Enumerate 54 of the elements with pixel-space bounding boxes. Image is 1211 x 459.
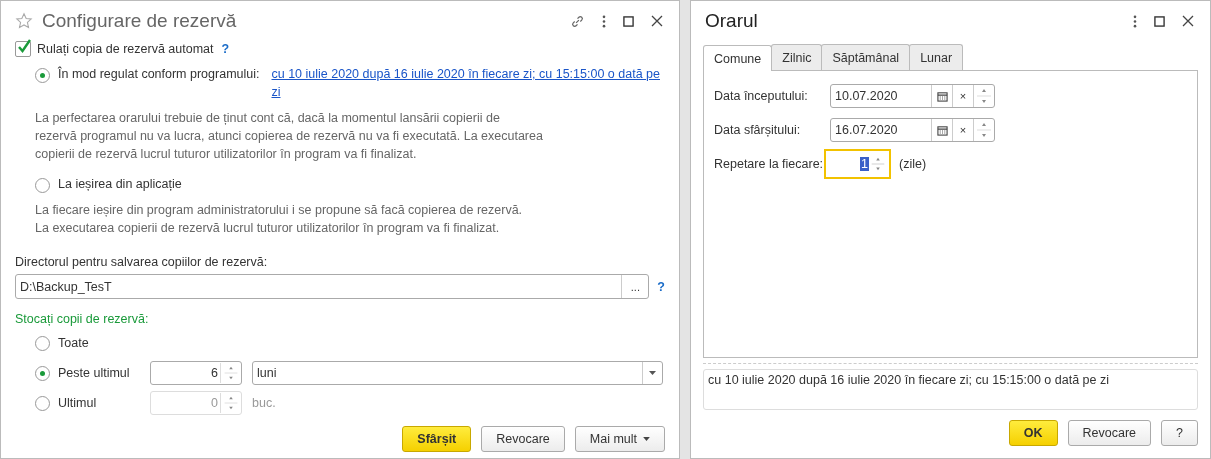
number-field[interactable]: 1 (824, 149, 891, 179)
radio-label: În mod regulat conform programului: (58, 67, 260, 81)
unit-label: buc. (252, 396, 276, 410)
date-field[interactable]: 16.07.2020 × (830, 118, 995, 142)
field-label: Directorul pentru salvarea copiilor de rezervă: (15, 255, 269, 269)
more-icon[interactable] (1133, 14, 1137, 28)
radio-label: Toate (58, 336, 90, 350)
spin-icon[interactable] (973, 85, 994, 107)
field-label: Data începutului: (714, 89, 809, 103)
close-icon[interactable] (1182, 15, 1194, 27)
dialog-button[interactable]: Sfârșit (402, 426, 472, 452)
star-icon[interactable] (15, 12, 33, 30)
link-icon[interactable] (570, 13, 585, 29)
section-label: Stocați copii de rezervă: (15, 312, 150, 326)
tab[interactable]: Săptămânal (821, 44, 911, 70)
schedule-link[interactable]: cu 10 iulie 2020 după 16 iulie 2020 în fiecare zi; cu 15:15:00 o dată pe zi (271, 65, 662, 101)
unit-label: (zile) (899, 157, 927, 171)
directory-field[interactable]: D:\Backup_TesT ... (15, 274, 650, 299)
calendar-icon[interactable] (936, 124, 948, 136)
clear-button[interactable]: × (952, 85, 973, 107)
dialog-button[interactable]: Mai mult (574, 426, 665, 452)
clear-button[interactable]: × (952, 119, 973, 141)
browse-button[interactable]: ... (621, 275, 649, 298)
radio-label: Ultimul (58, 396, 98, 410)
dialog-button[interactable]: OK (1008, 420, 1058, 446)
dialog-button[interactable]: Revocare (1067, 420, 1152, 446)
field-label: Repetare la fiecare: (714, 157, 825, 171)
dialog-button[interactable]: ? (1161, 420, 1198, 446)
tab[interactable]: Comune (703, 45, 773, 71)
field-label: Data sfârșitului: (714, 123, 802, 137)
date-field[interactable]: 10.07.2020 × (830, 84, 995, 108)
help-link[interactable]: ? (657, 279, 665, 294)
window-title: Configurare de rezervă (42, 10, 237, 32)
more-icon[interactable] (602, 14, 606, 28)
note-text: La perfectarea orarului trebuie de ținut cont că, dacă la momentul lansării copierii de rezervă programul nu va lucra, atunci copierea de rezervă nu va fi executată. La executarea copierii de rezervă lucrul tuturor utilizatorilor în program va fi finalizat. (35, 110, 544, 163)
maximize-icon[interactable] (623, 15, 634, 27)
note-text: La fiecare ieșire din program administratorului i se propune să facă copierea de rezervă. La executarea copierii de rezervă lucrul tuturor utilizatorilor în program va fi finalizat. (35, 202, 524, 237)
unit-dropdown[interactable]: luni (252, 361, 663, 385)
close-icon[interactable] (651, 15, 663, 27)
radio-label: La ieșirea din aplicație (58, 177, 182, 191)
spin-icon[interactable] (973, 119, 994, 141)
schedule-summary: cu 10 iulie 2020 după 16 iulie 2020 în fiecare zi; cu 15:15:00 o dată pe zi (703, 369, 1198, 410)
radio-label: Peste ultimul (58, 366, 131, 380)
maximize-icon[interactable] (1154, 15, 1165, 27)
window-title: Orarul (705, 10, 758, 32)
tab[interactable]: Lunar (909, 44, 964, 70)
checkbox-label: Rulați copia de rezervă automat (37, 42, 214, 56)
help-link[interactable]: ? (221, 42, 230, 56)
dialog-button[interactable]: Revocare (481, 426, 565, 452)
tab[interactable]: Zilnic (771, 44, 823, 70)
calendar-icon[interactable] (936, 90, 948, 102)
checkbox[interactable] (15, 41, 31, 57)
number-field[interactable]: 6 (150, 361, 242, 385)
caret-icon (643, 437, 650, 441)
